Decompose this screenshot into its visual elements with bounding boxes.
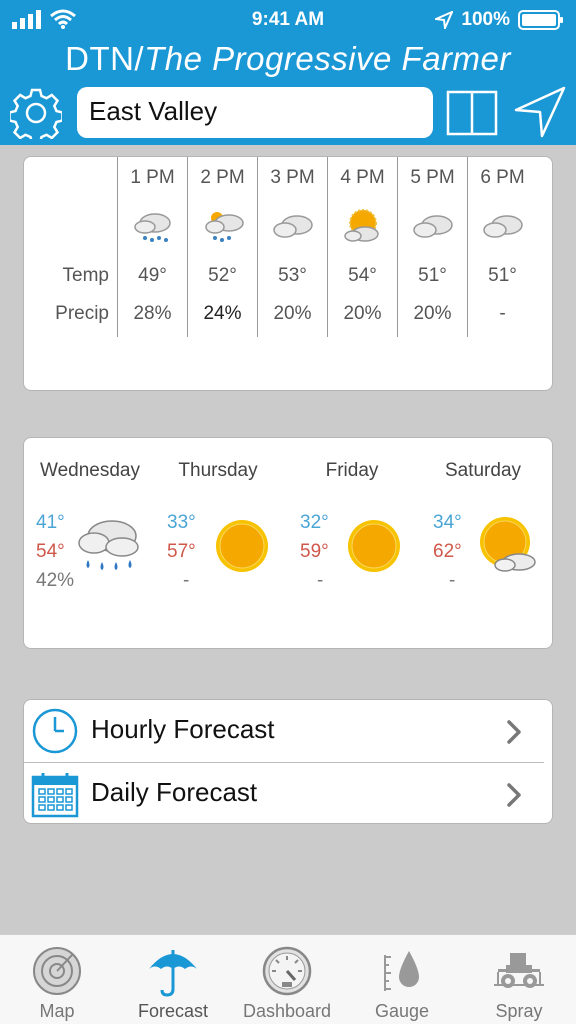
high-temp: 57° [167, 541, 196, 562]
umbrella-icon [149, 950, 197, 997]
gauge-dial-icon [262, 946, 312, 996]
sprayer-tractor-icon [494, 953, 544, 988]
hour-time: 2 PM [200, 167, 245, 188]
chevron-right-icon [507, 720, 521, 744]
precip-chance: - [449, 570, 456, 591]
hour-temp: 54° [348, 265, 377, 286]
status-right-group: 100% [435, 9, 564, 31]
location-search-field[interactable]: East Valley [77, 87, 433, 138]
partly-cloudy-icon [344, 209, 379, 242]
hour-precip: 28% [133, 303, 172, 324]
precip-row-label: Precip [55, 303, 109, 324]
daily-forecast-label: Daily Forecast [91, 777, 258, 807]
app-title-brand: DTN/ [65, 40, 145, 77]
hour-temp: 53° [278, 265, 307, 286]
rain-cloud-icon [134, 213, 171, 242]
hour-precip: 20% [343, 303, 382, 324]
hour-column: 6 PM 51° - [467, 157, 537, 337]
high-temp: 54° [36, 541, 65, 562]
day-name: Saturday [444, 460, 522, 481]
tab-bar: Map Forecast Dashboard Gauge Spray [0, 934, 576, 1024]
forecast-links-card: Hourly Forecast Daily Forecast [23, 699, 553, 824]
daily-card: Wednesday 41° 54° 42% Thursday 33° 57° -… [23, 437, 553, 649]
app-title-publication: The Progressive Farmer [144, 40, 511, 77]
cloud-icon [413, 215, 453, 238]
hour-time: 6 PM [480, 167, 525, 188]
precip-chance: - [183, 570, 190, 591]
day-name: Friday [325, 460, 379, 481]
hourly-forecast-label: Hourly Forecast [91, 714, 275, 744]
hour-time: 3 PM [270, 167, 315, 188]
chevron-right-icon [507, 783, 521, 807]
tab-label: Spray Outlook [488, 1001, 550, 1024]
tab-label: Map [39, 1001, 75, 1021]
tab-map[interactable]: Map [0, 935, 114, 1024]
low-temp: 41° [36, 512, 65, 533]
battery-icon [518, 10, 563, 30]
precip-chance: 42% [36, 570, 75, 591]
tab-label: Dashboard [242, 1001, 332, 1021]
precip-chance: - [317, 570, 324, 591]
daily-forecast-link[interactable]: Daily Forecast [24, 763, 554, 825]
hour-time: 1 PM [130, 167, 175, 188]
hourly-card: Temp Precip 1 PM 49° 28% 2 PM 52° 24% 3 … [23, 156, 553, 391]
day-name: Wednesday [40, 460, 140, 481]
rain-cloud-icon [78, 520, 139, 570]
tab-label: Gauge [374, 1001, 430, 1021]
hour-precip: - [499, 303, 506, 324]
hour-precip: 24% [203, 303, 242, 324]
hour-time: 5 PM [410, 167, 455, 188]
high-temp: 59° [300, 541, 329, 562]
low-temp: 32° [300, 512, 329, 533]
clock-icon [32, 708, 78, 754]
temp-row-label: Temp [62, 265, 109, 286]
cloud-icon [483, 215, 523, 238]
app-header: 9:41 AM 100% DTN/The Progressive Farmer … [0, 0, 576, 145]
partly-sunny-rain-icon [205, 212, 244, 242]
hour-column: 3 PM 53° 20% [257, 157, 327, 337]
cloud-icon [273, 215, 313, 238]
tab-gauge[interactable]: Gauge [342, 935, 462, 1024]
battery-percent: 100% [461, 9, 510, 30]
low-temp: 34° [433, 512, 462, 533]
hourly-forecast-link[interactable]: Hourly Forecast [24, 700, 554, 763]
hour-temp: 52° [208, 265, 237, 286]
sun-icon [348, 520, 400, 572]
open-book-icon[interactable] [446, 90, 498, 136]
app-title: DTN/The Progressive Farmer [0, 40, 576, 78]
tab-dashboard[interactable]: Dashboard [232, 935, 342, 1024]
tab-label: Forecast [137, 1001, 209, 1021]
radar-icon [33, 947, 81, 995]
hour-temp: 49° [138, 265, 167, 286]
high-temp: 62° [433, 541, 462, 562]
hour-temp: 51° [488, 265, 517, 286]
hour-column: 4 PM 54° 20% [327, 157, 397, 337]
day-column: Wednesday 41° 54° 42% [24, 438, 156, 618]
day-column: Saturday 34° 62° - [417, 438, 549, 618]
day-column: Friday 32° 59° - [286, 438, 418, 618]
tab-forecast[interactable]: Forecast [114, 935, 232, 1024]
tab-spray-outlook[interactable]: Spray Outlook [462, 935, 576, 1024]
hour-temp: 51° [418, 265, 447, 286]
low-temp: 33° [167, 512, 196, 533]
hour-precip: 20% [413, 303, 452, 324]
hour-column: 1 PM 49° 28% [117, 157, 187, 337]
hour-column: 5 PM 51° 20% [397, 157, 467, 337]
calendar-icon [31, 773, 79, 818]
gear-icon[interactable] [10, 87, 62, 139]
status-bar: 9:41 AM 100% [0, 0, 576, 40]
partly-cloudy-icon [480, 517, 536, 572]
navigation-arrow-icon[interactable] [514, 86, 566, 138]
hour-precip: 20% [273, 303, 312, 324]
day-column: Thursday 33° 57° - [152, 438, 284, 618]
hour-time: 4 PM [340, 167, 385, 188]
location-arrow-icon [435, 11, 454, 29]
rain-gauge-icon [384, 951, 419, 991]
sun-icon [216, 520, 268, 572]
day-name: Thursday [178, 460, 258, 481]
hour-column: 2 PM 52° 24% [187, 157, 257, 337]
